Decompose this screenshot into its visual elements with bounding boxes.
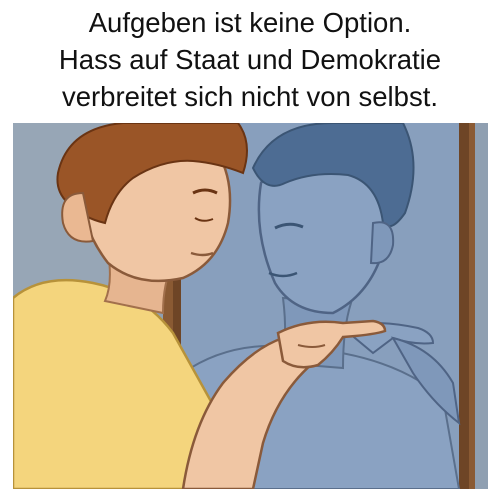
meme-card: Aufgeben ist keine Option. Hass auf Staa… <box>0 0 500 495</box>
mirror-illustration <box>13 123 488 489</box>
caption-line-1: Aufgeben ist keine Option. <box>88 7 412 38</box>
caption-line-3: verbreitet sich nicht von selbst. <box>61 81 438 112</box>
caption-line-2: Hass auf Staat und Demokratie <box>58 44 442 75</box>
illustration-canvas <box>13 123 488 489</box>
meme-caption: Aufgeben ist keine Option. Hass auf Staa… <box>0 4 500 115</box>
